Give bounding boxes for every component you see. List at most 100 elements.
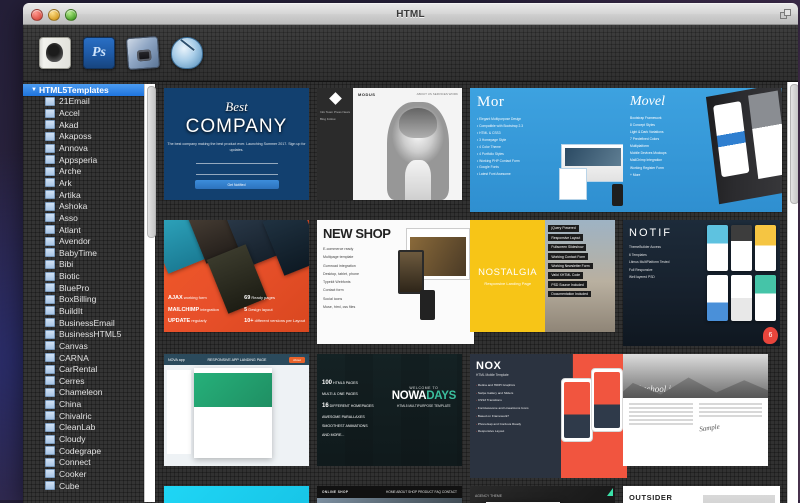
sidebar-item-label: Appsperia: [59, 154, 98, 165]
feature-tag: Fullscreen Slideshow: [548, 243, 587, 251]
thumbnail-nova-app[interactable]: NOVA app RESPONSIVE APP LANDING PAGE Abo…: [164, 354, 309, 466]
preview-app-icon[interactable]: [125, 35, 161, 71]
thumbnail-nostalgia[interactable]: NOSTALGIA Responsive Landing Page jQuery…: [470, 220, 615, 332]
sidebar-item[interactable]: CleanLab: [23, 422, 158, 434]
thumb-nav: ABOUT US SERVICES WORK: [416, 92, 458, 96]
thumbnail-best-company[interactable]: Best COMPANY The best company making the…: [164, 88, 309, 200]
folder-icon: [45, 481, 55, 491]
sidebar-item[interactable]: Cerres: [23, 375, 158, 387]
sidebar-item-label: Akaposs: [59, 131, 92, 142]
sidebar-item[interactable]: Accel: [23, 107, 158, 119]
expand-icon[interactable]: [779, 8, 792, 20]
sidebar-item[interactable]: Avendor: [23, 235, 158, 247]
sidebar-item-label: Annova: [59, 143, 88, 154]
rail-links: Info Team Press News Blog Follow: [320, 110, 350, 122]
notify-button[interactable]: Get Notified: [194, 180, 279, 190]
minimize-button[interactable]: [48, 9, 60, 21]
thumb-navbar: NOVA app RESPONSIVE APP LANDING PAGE Abo…: [164, 354, 309, 365]
sidebar-item-root[interactable]: ▼ HTML5Templates: [23, 84, 152, 96]
screen-mockups: [707, 225, 777, 327]
thumb-corner-label: AGENCY THEME: [475, 494, 503, 498]
gallery-scrollbar-thumb[interactable]: [789, 84, 798, 204]
sidebar-item[interactable]: Biotic: [23, 270, 158, 282]
sidebar-item[interactable]: 21Email: [23, 96, 158, 108]
gallery-scrollbar[interactable]: [787, 82, 798, 503]
thumbnail-mor[interactable]: Mor Elegant Multipurpose DesignCompatibl…: [470, 88, 629, 212]
sidebar-item[interactable]: Chameleon: [23, 387, 158, 399]
thumbnail-outsider[interactable]: OUTSIDER HTML5 BLOG TEMPLATE MINIMALIST …: [623, 486, 780, 503]
book-app-icon[interactable]: [39, 37, 71, 69]
thumbnail-grid: Best COMPANY The best company making the…: [158, 82, 798, 503]
sidebar-scrollbar-thumb[interactable]: [146, 86, 156, 238]
sidebar-item[interactable]: Cooker: [23, 468, 158, 480]
thumb-subtitle: Responsive Landing Page: [484, 280, 532, 286]
sidebar-item[interactable]: CarRental: [23, 363, 158, 375]
sidebar-item[interactable]: CARNA: [23, 352, 158, 364]
thumbnail-new-shop[interactable]: NEW SHOP E-commerce ready Multipage templ…: [317, 220, 474, 344]
thumbnail-destiny[interactable]: DESTINY Responsive One Page HTML Templat…: [164, 486, 309, 503]
sidebar-item[interactable]: Arche: [23, 165, 158, 177]
thumbnail-online-shop[interactable]: ONLINE SHOP HOME ABOUT SHOP PRODUCT FAQ …: [317, 486, 462, 503]
sidebar-item[interactable]: Codegrape: [23, 445, 158, 457]
device-mockups: [705, 88, 782, 205]
sidebar-item[interactable]: Connect: [23, 457, 158, 469]
thumbnail-notif[interactable]: NOTIF ThemeBuilder Access 6 Templates Litm…: [623, 220, 780, 346]
stats-left: AJAX working form MAILCHIMP integration UP…: [168, 293, 219, 328]
sidebar-item-label: Ashoka: [59, 201, 88, 212]
sidebar-item[interactable]: China: [23, 398, 158, 410]
email-field[interactable]: [195, 157, 278, 165]
close-button[interactable]: [31, 9, 43, 21]
window-controls[interactable]: [31, 9, 77, 21]
photoshop-icon[interactable]: Ps: [83, 37, 115, 69]
phone-mockup: [612, 184, 623, 206]
sidebar-item[interactable]: Bibi: [23, 259, 158, 271]
zoom-button[interactable]: [65, 9, 77, 21]
sidebar-item[interactable]: Cloudy: [23, 433, 158, 445]
stat-item: AJAX working form: [168, 295, 207, 302]
window-titlebar[interactable]: HTML: [23, 3, 798, 25]
thumbnail-gallery[interactable]: Best COMPANY The best company making the…: [158, 82, 798, 503]
thumbnail-bonjour[interactable]: AGENCY THEME BONJOUR: [470, 486, 615, 503]
thumbnail-nox[interactable]: NOX HTML Mobile Template Retina and HiDP…: [470, 354, 627, 478]
sidebar-item[interactable]: BusinessHTML5: [23, 328, 158, 340]
sidebar-item[interactable]: Ark: [23, 177, 158, 189]
sidebar-item-label: BabyTime: [59, 247, 97, 258]
stat-item: MAILCHIMP integration: [168, 306, 219, 313]
sidebar-item[interactable]: Akaposs: [23, 131, 158, 143]
sidebar-item[interactable]: Cube: [23, 480, 158, 492]
sidebar-item[interactable]: Annova: [23, 142, 158, 154]
folder-icon: [45, 236, 55, 246]
sidebar-item[interactable]: Artika: [23, 189, 158, 201]
sidebar-item[interactable]: Atlant: [23, 224, 158, 236]
folder-icon: [45, 283, 55, 293]
sidebar-item[interactable]: Appsperia: [23, 154, 158, 166]
disclosure-triangle-icon[interactable]: ▼: [31, 87, 37, 93]
sidebar-file-tree[interactable]: ▼ HTML5Templates 21Email Accel Akad Akaposs…: [23, 82, 158, 503]
sidebar-item[interactable]: BusinessEmail: [23, 317, 158, 329]
sidebar-item[interactable]: BluePro: [23, 282, 158, 294]
screen-mockup: [755, 275, 776, 321]
text-column: [629, 403, 693, 429]
sidebar-item[interactable]: BoxBilling: [23, 294, 158, 306]
sidebar-item[interactable]: BabyTime: [23, 247, 158, 259]
folder-icon: [45, 225, 55, 234]
thumbnail-nowadays[interactable]: 100 HTML5 PAGES MULTI & ONE PAGES 16 DIFFE…: [317, 354, 462, 466]
thumbnail-movel[interactable]: Movel Bootstrap Framework 8 Concept Style…: [623, 88, 782, 212]
sidebar-item[interactable]: Akad: [23, 119, 158, 131]
name-field[interactable]: [195, 168, 278, 176]
sidebar-item[interactable]: Ashoka: [23, 200, 158, 212]
sidebar-item[interactable]: Asso: [23, 212, 158, 224]
thumbnail-modus[interactable]: Info Team Press News Blog Follow MODUS A…: [317, 88, 462, 200]
sidebar-item[interactable]: Chivalric: [23, 410, 158, 422]
thumbnail-ajax-mailchimp[interactable]: AJAX working form MAILCHIMP integration UP…: [164, 220, 309, 332]
sidebar-scrollbar[interactable]: [144, 84, 156, 502]
sidebar-item[interactable]: BuildIt: [23, 305, 158, 317]
thumb-tag-list: jQuery Powered Responsive Layout Fullscree…: [545, 220, 615, 332]
sidebar-item-label: Ark: [59, 177, 72, 188]
paint-app-icon[interactable]: [171, 37, 203, 69]
about-button[interactable]: About: [289, 356, 305, 363]
signature: Sample: [698, 422, 720, 433]
hero-photo: old school intro: [623, 354, 768, 398]
sidebar-item[interactable]: Canvas: [23, 340, 158, 352]
thumbnail-old-school[interactable]: old school intro Sample: [623, 354, 768, 466]
